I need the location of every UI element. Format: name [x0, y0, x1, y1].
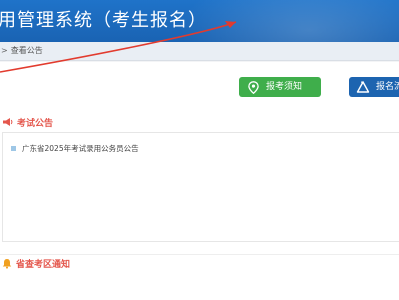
breadcrumb-current: 查看公告 [10, 46, 43, 55]
top-header: 用管理系统（考生报名） [0, 0, 399, 42]
section-exam-announcements: 考试公告 [0, 114, 399, 130]
breadcrumb: > 查看公告 [0, 42, 399, 61]
list-item[interactable]: 广东省2025年考试录用公务员公告 [11, 143, 139, 154]
chevron-right-icon: > [1, 46, 8, 55]
section-title: 省查考区通知 [16, 259, 71, 270]
recycle-flow-icon [356, 80, 370, 94]
content-card: 报考须知 报名流 考试公告 广东省2025年考试录用公务员公告 省查考区通知 [0, 62, 399, 300]
exam-notice-button[interactable]: 报考须知 [239, 77, 321, 97]
header-decoration [179, 0, 399, 42]
page-root: 用管理系统（考生报名） > 查看公告 报考须知 报名流 考试公告 广东省2025… [0, 0, 399, 300]
registration-label: 报名流 [376, 82, 399, 92]
registration-button[interactable]: 报名流 [349, 77, 399, 97]
system-title: 用管理系统（考生报名） [0, 10, 207, 31]
megaphone-icon [2, 117, 13, 127]
section-exam-area-notices: 省查考区通知 [0, 255, 399, 271]
location-pin-icon [246, 80, 260, 94]
bullet-icon [11, 146, 16, 151]
exam-notice-label: 报考须知 [266, 82, 303, 92]
bell-icon [2, 258, 12, 269]
section-title: 考试公告 [17, 118, 54, 129]
announcement-list: 广东省2025年考试录用公务员公告 [2, 132, 399, 242]
notice-link[interactable]: 广东省2025年考试录用公务员公告 [22, 143, 139, 154]
